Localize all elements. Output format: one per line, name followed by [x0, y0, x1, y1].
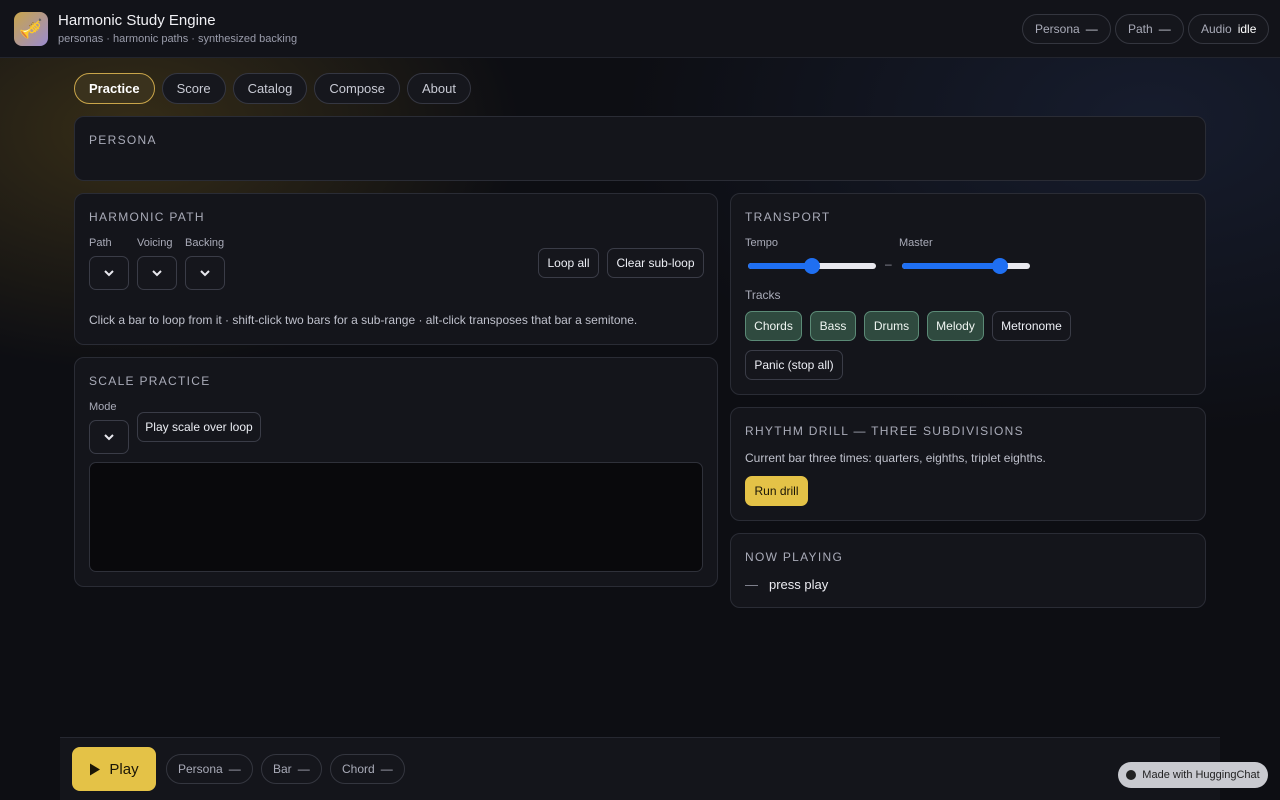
backing-select[interactable]	[185, 256, 225, 290]
tab-compose[interactable]: Compose	[314, 73, 401, 104]
play-icon	[90, 763, 101, 775]
readout-label: Persona	[178, 762, 223, 776]
main-tabs: Practice Score Catalog Compose About	[74, 73, 471, 104]
backing-label: Backing	[185, 237, 225, 249]
path-label: Path	[89, 237, 112, 249]
master-label: Master	[899, 237, 933, 249]
rhythm-drill-title: Rhythm Drill — Three Subdivisions	[745, 424, 1024, 438]
rhythm-drill-description: Current bar three times: quarters, eight…	[745, 451, 1046, 465]
made-with-label: Made with HuggingChat	[1142, 769, 1260, 781]
persona-title: Persona	[89, 133, 157, 147]
master-slider[interactable]	[902, 258, 1030, 274]
track-metronome-toggle[interactable]: Metronome	[992, 311, 1071, 341]
bar-readout: Bar —	[261, 754, 322, 784]
tempo-label: Tempo	[745, 237, 779, 249]
play-scale-button[interactable]: Play scale over loop	[137, 412, 261, 442]
harmonic-path-hint: Click a bar to loop from it · shift-clic…	[89, 313, 638, 327]
path-select[interactable]	[89, 256, 129, 290]
status-label: Audio	[1201, 22, 1232, 36]
loop-all-button[interactable]: Loop all	[538, 248, 599, 278]
chord-readout: Chord —	[330, 754, 405, 784]
status-label: Persona	[1035, 22, 1080, 36]
readout-value: —	[228, 762, 241, 776]
tab-catalog[interactable]: Catalog	[232, 73, 308, 104]
voicing-label: Voicing	[137, 237, 173, 249]
slider-handle[interactable]	[804, 258, 820, 274]
track-drums-toggle[interactable]: Drums	[864, 311, 919, 341]
scale-canvas[interactable]	[89, 462, 703, 572]
harmonic-path-panel: Harmonic Path Path Voicing Backing Loop …	[74, 193, 718, 345]
slider-handle[interactable]	[992, 258, 1008, 274]
made-with-huggingchat-badge[interactable]: Made with HuggingChat	[1118, 762, 1268, 788]
run-drill-button[interactable]: Run drill	[745, 476, 808, 506]
voicing-select[interactable]	[137, 256, 177, 290]
rhythm-drill-panel: Rhythm Drill — Three Subdivisions Curren…	[730, 407, 1206, 521]
slider-fill	[748, 263, 812, 269]
chevron-down-icon	[104, 270, 114, 277]
persona-readout: Persona —	[166, 754, 253, 784]
now-playing-dash: —	[745, 577, 758, 592]
chevron-down-icon	[104, 434, 114, 441]
readout-value: —	[297, 762, 310, 776]
transport-panel: Transport Tempo Master – Tracks Chords B…	[730, 193, 1206, 395]
transport-title: Transport	[745, 210, 831, 224]
status-value: idle	[1237, 22, 1257, 36]
scale-practice-title: Scale Practice	[89, 374, 211, 388]
readout-label: Bar	[273, 762, 292, 776]
track-melody-toggle[interactable]: Melody	[927, 311, 984, 341]
path-status-pill: Path —	[1115, 14, 1184, 44]
tempo-separator: –	[885, 257, 892, 271]
status-value: —	[1085, 22, 1098, 36]
chevron-down-icon	[200, 270, 210, 277]
tab-score[interactable]: Score	[161, 73, 226, 104]
tempo-slider[interactable]	[748, 258, 876, 274]
play-button[interactable]: Play	[72, 747, 156, 791]
tracks-label: Tracks	[745, 288, 781, 302]
persona-status-pill: Persona —	[1022, 14, 1111, 44]
app-header: 🎺 Harmonic Study Engine personas · harmo…	[0, 0, 1280, 58]
harmonic-path-title: Harmonic Path	[89, 210, 205, 224]
clear-subloop-button[interactable]: Clear sub-loop	[607, 248, 704, 278]
slider-fill	[902, 263, 1000, 269]
readout-value: —	[380, 762, 393, 776]
huggingchat-icon	[1126, 770, 1137, 780]
trumpet-icon: 🎺	[14, 12, 48, 46]
audio-status-pill: Audio idle	[1188, 14, 1270, 44]
panic-button[interactable]: Panic (stop all)	[745, 350, 843, 380]
persona-panel: Persona	[74, 116, 1206, 181]
track-bass-toggle[interactable]: Bass	[810, 311, 856, 341]
mode-label: Mode	[89, 401, 117, 413]
readout-label: Chord	[342, 762, 375, 776]
play-button-label: Play	[109, 760, 139, 778]
status-value: —	[1158, 22, 1171, 36]
now-playing-text: press play	[769, 577, 829, 592]
tab-practice[interactable]: Practice	[74, 73, 155, 104]
now-playing-title: Now Playing	[745, 550, 844, 564]
chevron-down-icon	[152, 270, 162, 277]
mode-select[interactable]	[89, 420, 129, 454]
tab-about[interactable]: About	[407, 73, 471, 104]
track-chords-toggle[interactable]: Chords	[745, 311, 802, 341]
status-label: Path	[1128, 22, 1153, 36]
app-subtitle: personas · harmonic paths · synthesized …	[58, 33, 298, 45]
app-title: Harmonic Study Engine	[58, 12, 216, 29]
now-playing-panel: Now Playing — press play	[730, 533, 1206, 608]
